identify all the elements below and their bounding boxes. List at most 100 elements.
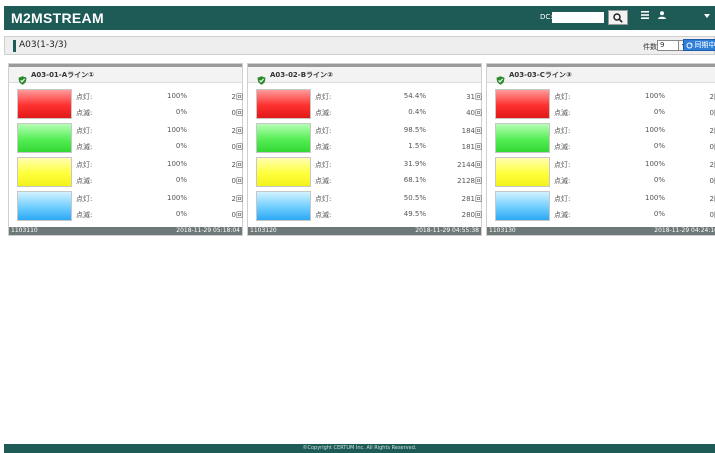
- panel-header: A03-03-Cライン③: [487, 64, 715, 85]
- search-input[interactable]: [552, 12, 604, 23]
- blink-label: 点滅:: [554, 177, 571, 185]
- red-signal-lamp: [256, 89, 311, 119]
- on-label: 点灯:: [554, 127, 571, 135]
- signal-light-row: 点灯: 98.5% 184回 点滅: 1.5% 181回: [256, 122, 483, 156]
- search-label: DC:: [540, 13, 553, 21]
- blink-count: 280回: [461, 211, 482, 219]
- signal-light-row: 点灯: 100% 2回点滅: 0% 0回: [495, 122, 715, 156]
- blue-signal-lamp: [256, 191, 311, 221]
- panel-footer: 1103120 2018-11-29 04:55:38: [248, 227, 481, 235]
- signal-light-row: 点灯: 100% 2回点滅: 0% 0回: [495, 190, 715, 224]
- line-panel[interactable]: A03-03-Cライン③点灯:100%2回点滅:0%0回点灯:100%2回点滅:…: [486, 63, 715, 236]
- blink-count: 181回: [461, 143, 482, 151]
- blink-count: 0回: [709, 211, 715, 219]
- blink-count: 0回: [231, 211, 243, 219]
- on-label: 点灯:: [315, 161, 332, 169]
- on-label: 点灯:: [76, 195, 93, 203]
- blink-percentage: 49.5%: [403, 210, 426, 218]
- blink-count: 0回: [709, 109, 715, 117]
- blink-count: 0回: [709, 177, 715, 185]
- sync-button[interactable]: 同期中: [683, 39, 715, 51]
- shield-icon: [18, 70, 27, 89]
- signal-light-row: 点灯: 54.4% 31回 点滅: 0.4% 40回: [256, 88, 483, 122]
- yellow-signal-lamp: [17, 157, 72, 187]
- search-button[interactable]: [608, 10, 628, 25]
- copyright-text: ©Copyright CERTUM Inc. All Rights Reserv…: [302, 445, 417, 451]
- blink-percentage: 0%: [653, 142, 665, 150]
- app-logo[interactable]: M2MSTREAM: [11, 10, 104, 26]
- blink-label: 点滅:: [315, 211, 332, 219]
- blink-label: 点滅:: [76, 211, 93, 219]
- on-count: 2回: [231, 161, 243, 169]
- on-count: 2回: [709, 195, 715, 203]
- on-count: 281回: [461, 195, 482, 203]
- on-percentage: 100%: [644, 194, 665, 202]
- on-count: 2回: [231, 195, 243, 203]
- blink-count: 40回: [466, 109, 482, 117]
- on-count: 2回: [231, 93, 243, 101]
- green-signal-lamp: [17, 123, 72, 153]
- menu-icon[interactable]: [641, 11, 649, 22]
- device-id: 1103130: [489, 227, 516, 234]
- blink-percentage: 0%: [175, 176, 187, 184]
- signal-light-row: 点灯: 100% 2回点滅: 0% 0回: [495, 88, 715, 122]
- blue-signal-lamp: [17, 191, 72, 221]
- on-percentage: 100%: [644, 126, 665, 134]
- device-id: 1103120: [250, 227, 277, 234]
- signal-light-row: 点灯: 100% 2回点滅: 0% 0回: [17, 156, 244, 190]
- on-percentage: 100%: [166, 160, 187, 168]
- device-id: 1103110: [11, 227, 38, 234]
- updated-timestamp: 2018-11-29 04:55:38: [415, 227, 479, 234]
- blink-percentage: 0%: [653, 108, 665, 116]
- on-count: 2回: [709, 161, 715, 169]
- signal-light-row: 点灯: 100% 2回点滅: 0% 0回: [495, 156, 715, 190]
- blink-count: 0回: [231, 109, 243, 117]
- shield-icon: [257, 70, 266, 89]
- on-percentage: 54.4%: [403, 92, 426, 100]
- count-select[interactable]: 9 ▾: [657, 40, 689, 51]
- blink-label: 点滅:: [315, 177, 332, 185]
- red-signal-lamp: [495, 89, 550, 119]
- updated-timestamp: 2018-11-29 04:24:10: [654, 227, 715, 234]
- line-panel[interactable]: A03-01-Aライン① 点灯: 100% 2回 点滅: 0% 0回 点灯: 100% 2回 点滅:…: [8, 63, 243, 236]
- signal-light-row: 点灯: 100% 2回点滅: 0% 0回: [17, 190, 244, 224]
- on-count: 2回: [709, 127, 715, 135]
- panel-title: A03-01-Aライン①: [31, 71, 95, 79]
- blink-label: 点滅:: [554, 143, 571, 151]
- green-signal-lamp: [495, 123, 550, 153]
- panel-footer: 1103130 2018-11-29 04:24:10: [487, 227, 715, 235]
- sync-label: 同期中: [694, 41, 715, 49]
- shield-icon: [496, 70, 505, 89]
- on-percentage: 98.5%: [403, 126, 426, 134]
- search-icon: [613, 12, 623, 23]
- line-panel[interactable]: A03-02-Bライン② 点灯: 54.4% 31回 点滅: 0.4% 40回 点灯: 98.5…: [247, 63, 482, 236]
- on-label: 点灯:: [315, 195, 332, 203]
- blink-percentage: 1.5%: [408, 142, 426, 150]
- on-percentage: 100%: [644, 92, 665, 100]
- blink-label: 点滅:: [554, 211, 571, 219]
- on-count: 184回: [461, 127, 482, 135]
- blink-label: 点滅:: [76, 143, 93, 151]
- panel-header: A03-02-Bライン②: [248, 64, 481, 85]
- on-label: 点灯:: [554, 195, 571, 203]
- blink-percentage: 0.4%: [408, 108, 426, 116]
- red-signal-lamp: [17, 89, 72, 119]
- on-count: 2144回: [457, 161, 482, 169]
- blink-count: 0回: [231, 177, 243, 185]
- on-count: 31回: [466, 93, 482, 101]
- blink-label: 点滅:: [76, 109, 93, 117]
- panel-footer: 1103110 2018-11-29 05:18:04: [9, 227, 242, 235]
- user-icon[interactable]: [658, 11, 666, 22]
- signal-light-row: 点灯: 50.5% 281回 点滅: 49.5% 280回: [256, 190, 483, 224]
- blink-label: 点滅:: [315, 143, 332, 151]
- on-label: 点灯:: [76, 161, 93, 169]
- on-percentage: 100%: [166, 92, 187, 100]
- chevron-down-icon[interactable]: [704, 11, 710, 22]
- on-percentage: 100%: [166, 126, 187, 134]
- on-count: 2回: [231, 127, 243, 135]
- title-marker: [13, 40, 16, 52]
- on-label: 点灯:: [315, 93, 332, 101]
- count-value: 9: [660, 41, 665, 49]
- signal-light-row: 点灯: 31.9% 2144回 点滅: 68.1% 2128回: [256, 156, 483, 190]
- updated-timestamp: 2018-11-29 05:18:04: [176, 227, 240, 234]
